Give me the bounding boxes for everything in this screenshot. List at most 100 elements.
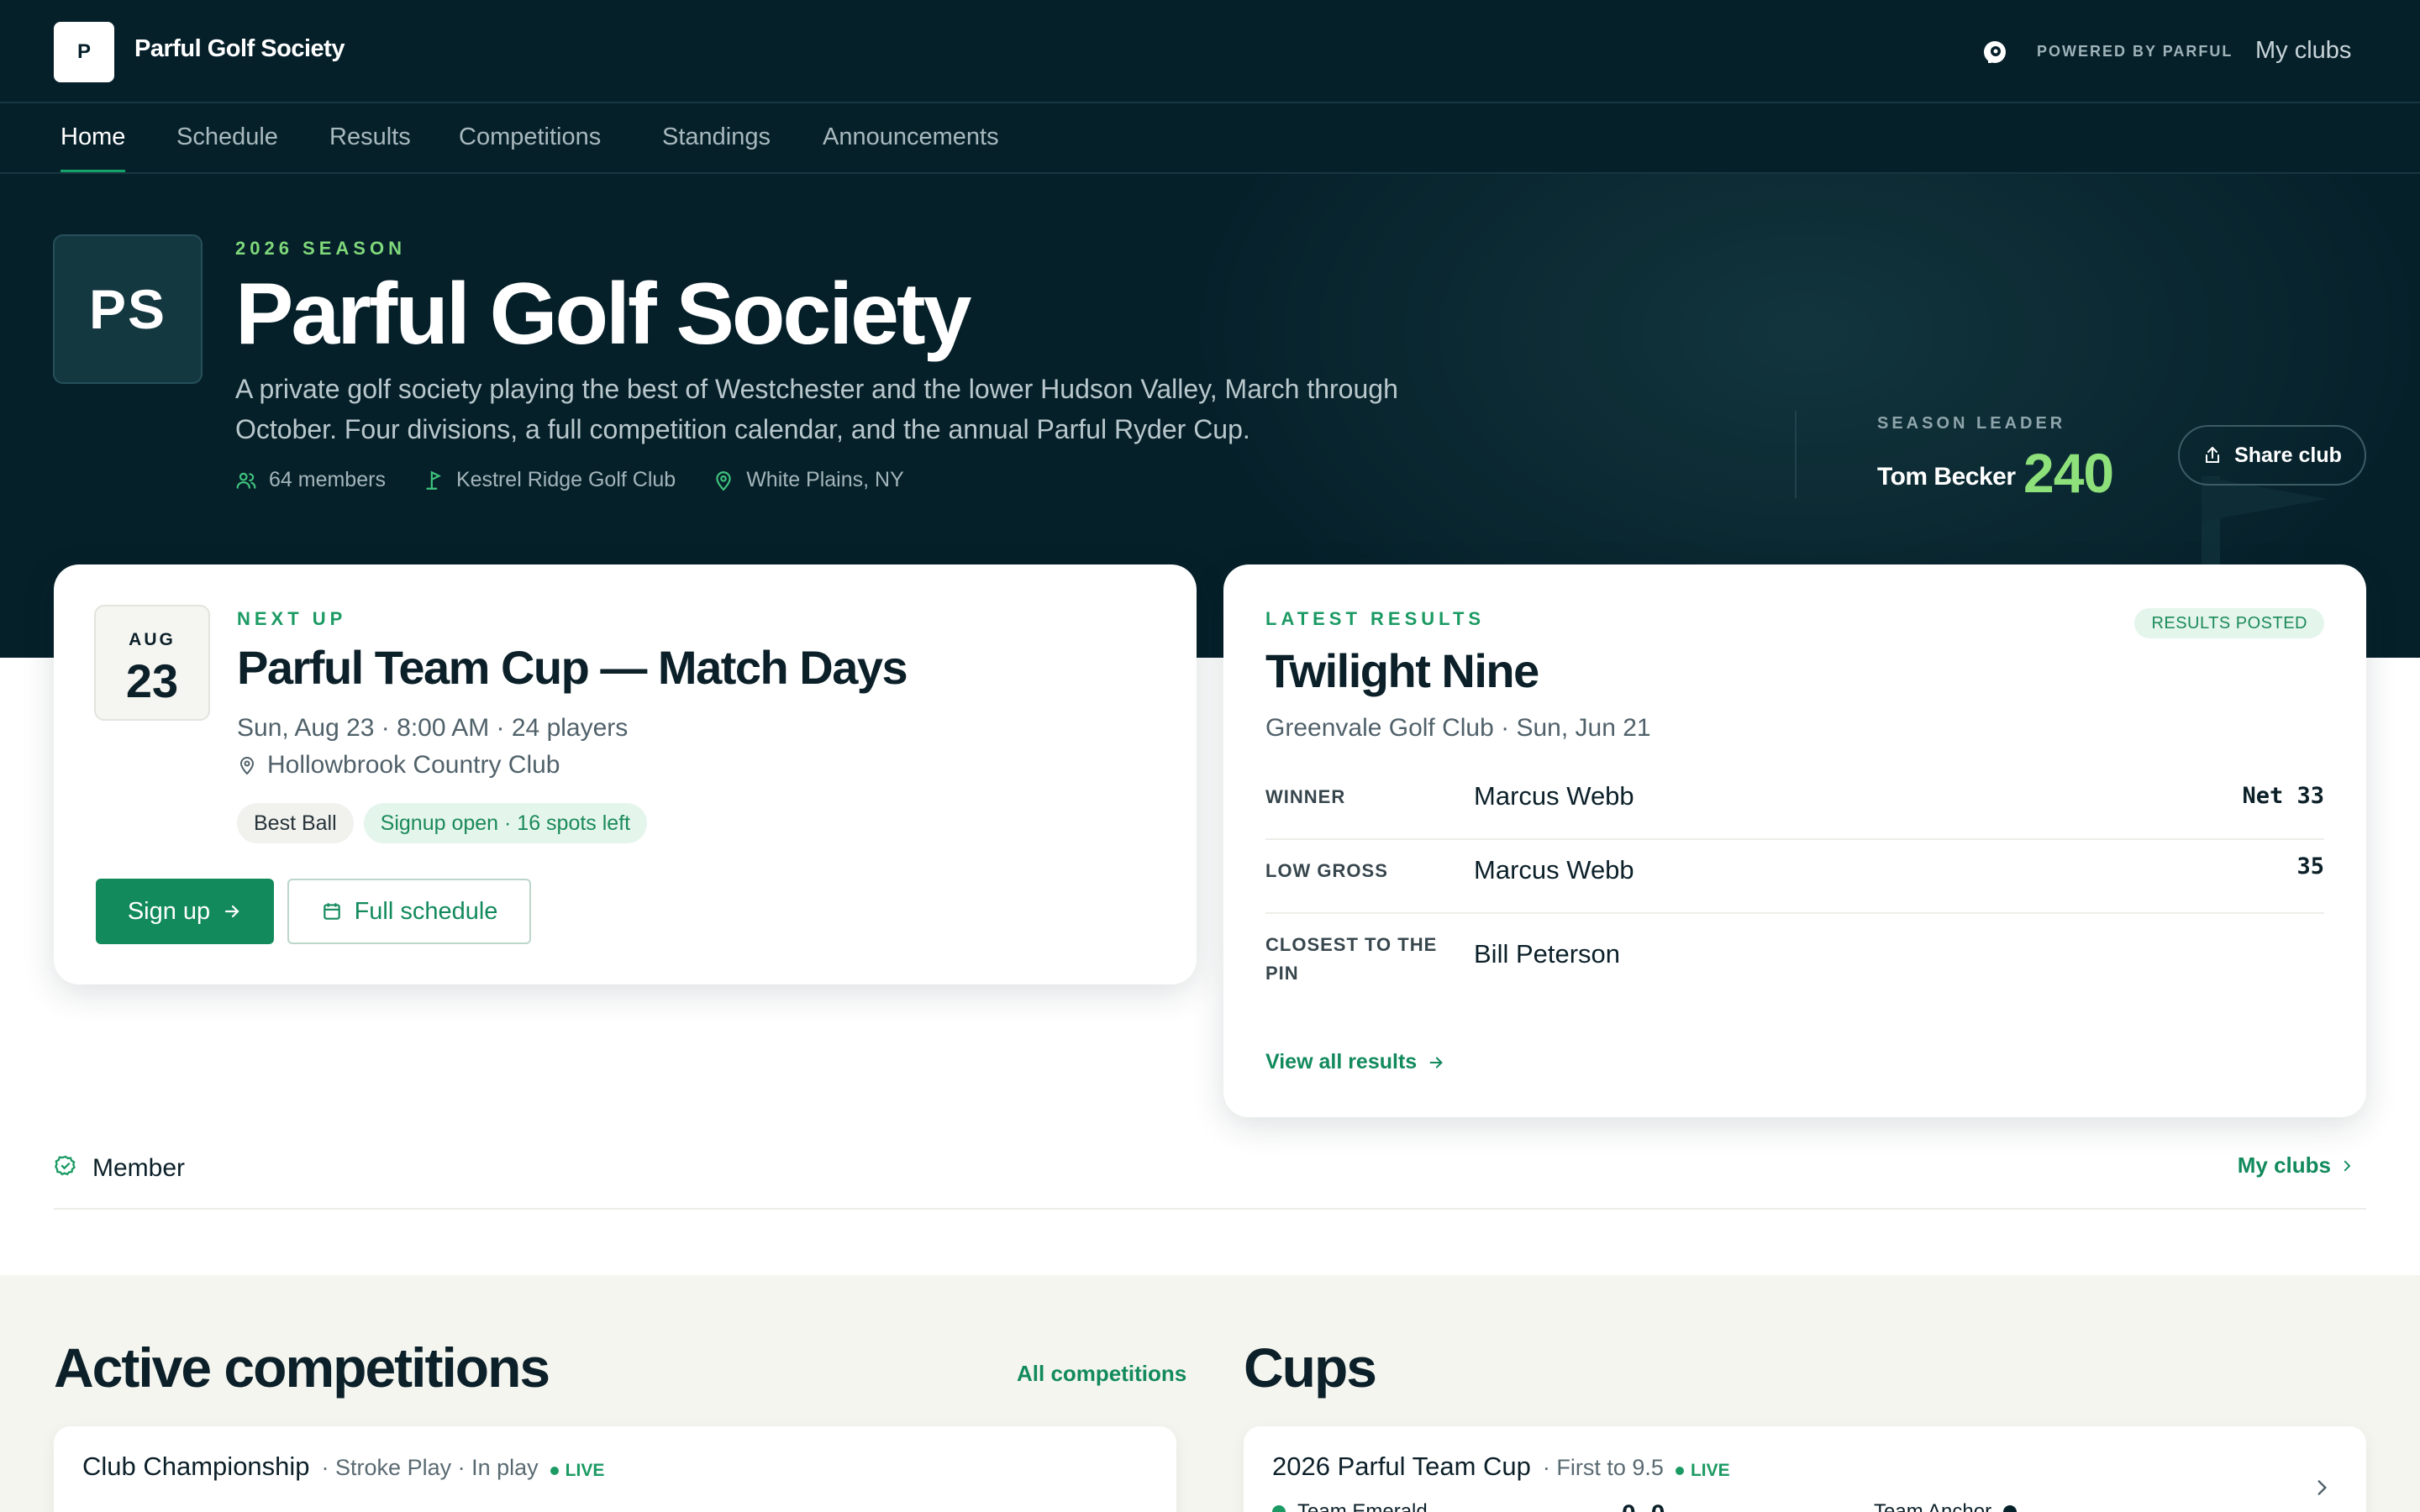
- members-count-label: 64 members: [269, 468, 386, 491]
- membership-status-label: Member: [92, 1154, 186, 1182]
- members-icon: [236, 472, 256, 489]
- golf-flag-icon: [426, 470, 441, 490]
- season-label: 2026 SEASON: [235, 238, 406, 259]
- next-up-label: NEXT UP: [237, 608, 347, 629]
- event-day: 23: [125, 654, 179, 707]
- nav-results[interactable]: Results: [329, 123, 411, 170]
- page-title: Parful Golf Society: [235, 265, 971, 363]
- latest-results-label: LATEST RESULTS: [1265, 608, 1486, 629]
- event-tags: Best Ball Signup open · 16 spots left: [237, 803, 657, 843]
- cups-heading: Cups: [1244, 1336, 1377, 1399]
- club-meta: 64 members Kestrel Ridge Golf Club White…: [235, 468, 941, 492]
- location: White Plains, NY: [713, 468, 904, 492]
- calendar-icon: [323, 903, 340, 920]
- competition-name: Club Championship: [82, 1452, 310, 1481]
- result-key: CLOSEST TO THE PIN: [1265, 934, 1438, 984]
- active-competitions-heading: Active competitions: [54, 1336, 550, 1399]
- powered-by-label: POWERED BY PARFUL: [2037, 43, 2233, 60]
- team-a-score: 0: [1622, 1500, 1636, 1512]
- nav-announcements[interactable]: Announcements: [823, 123, 999, 170]
- view-all-results-link[interactable]: View all results: [1265, 1050, 1445, 1074]
- arrow-right-icon: [225, 905, 239, 918]
- format-tag: Best Ball: [237, 803, 354, 843]
- next-event-details: Sun, Aug 23 · 8:00 AM · 24 players: [237, 714, 629, 742]
- result-score: 35: [2296, 853, 2324, 879]
- all-competitions-link[interactable]: All competitions: [1017, 1361, 1186, 1387]
- main-nav: Home Schedule Results Competitions Stand…: [0, 103, 2420, 174]
- result-key: LOW GROSS: [1265, 860, 1388, 881]
- chevron-right-icon[interactable]: [2311, 1477, 2333, 1499]
- full-schedule-button[interactable]: Full schedule: [287, 879, 531, 944]
- results-event-title[interactable]: Twilight Nine: [1265, 643, 1539, 698]
- top-bar: P Parful Golf Society POWERED BY PARFUL …: [0, 0, 2420, 103]
- result-score: Net 33: [2242, 783, 2324, 809]
- nav-competitions[interactable]: Competitions: [459, 123, 601, 170]
- team-a-name: Team Emerald: [1297, 1500, 1428, 1512]
- signup-status-tag: Signup open · 16 spots left: [363, 803, 648, 843]
- parful-logo-icon: [1984, 41, 2006, 63]
- cup-meta: · First to 9.5: [1542, 1455, 1664, 1480]
- members-count: 64 members: [235, 468, 386, 492]
- share-icon: [2206, 446, 2220, 463]
- nav-home[interactable]: Home: [60, 123, 126, 172]
- competitions-section: Active competitions All competitions Clu…: [0, 1275, 2420, 1512]
- map-pin-icon: [716, 470, 731, 491]
- next-up-card: AUG 23 NEXT UP Parful Team Cup — Match D…: [54, 564, 1197, 984]
- competition-card[interactable]: Club Championship · Stroke Play · In play…: [54, 1426, 1176, 1512]
- competition-name-line: Club Championship · Stroke Play · In play…: [82, 1452, 604, 1482]
- full-schedule-label: Full schedule: [354, 897, 498, 925]
- location-label: White Plains, NY: [746, 468, 904, 491]
- latest-results-card: LATEST RESULTS RESULTS POSTED Twilight N…: [1223, 564, 2366, 1117]
- home-course: Kestrel Ridge Golf Club: [423, 468, 676, 492]
- event-month: AUG: [129, 630, 176, 649]
- my-clubs-link-secondary[interactable]: My clubs: [2238, 1152, 2354, 1179]
- brand-name[interactable]: Parful Golf Society: [134, 35, 345, 63]
- cup-score: 0 0: [1622, 1500, 1665, 1512]
- cup-name: 2026 Parful Team Cup: [1272, 1452, 1531, 1481]
- map-pin-icon: [239, 757, 255, 775]
- share-club-button[interactable]: Share club: [2178, 425, 2366, 486]
- competition-meta: · Stroke Play · In play: [321, 1455, 539, 1480]
- season-leader-score: 240: [2023, 442, 2114, 504]
- next-event-location: Hollowbrook Country Club: [237, 751, 560, 780]
- club-logo[interactable]: P: [54, 22, 114, 82]
- club-initials-badge: PS: [53, 234, 203, 384]
- team-b: Team Anchor: [1874, 1500, 2018, 1512]
- result-row-closest-pin: CLOSEST TO THE PIN Bill Peterson: [1265, 914, 2324, 1006]
- team-b-name: Team Anchor: [1874, 1500, 1992, 1512]
- result-player[interactable]: Marcus Webb: [1474, 855, 1634, 885]
- event-date-badge: AUG 23: [94, 605, 210, 721]
- live-badge: LIVE: [550, 1461, 605, 1481]
- share-club-label: Share club: [2234, 443, 2342, 467]
- sign-up-button[interactable]: Sign up: [96, 879, 274, 944]
- membership-status-row: Member My clubs: [54, 1142, 2366, 1210]
- result-player[interactable]: Marcus Webb: [1474, 781, 1634, 811]
- result-row-low-gross: LOW GROSS Marcus Webb 35: [1265, 840, 2324, 914]
- live-badge: LIVE: [1676, 1461, 1730, 1481]
- results-event-subtitle: Greenvale Golf Club · Sun, Jun 21: [1265, 714, 1651, 742]
- view-all-results-label: View all results: [1265, 1050, 1418, 1074]
- sign-up-label: Sign up: [127, 897, 211, 925]
- hero-divider: [1795, 411, 1797, 498]
- season-leader-name[interactable]: Tom Becker: [1877, 463, 2016, 491]
- team-b-color-dot: [2003, 1505, 2018, 1512]
- chevron-right-icon: [2344, 1160, 2351, 1171]
- nav-standings[interactable]: Standings: [662, 123, 771, 170]
- next-event-title[interactable]: Parful Team Cup — Match Days: [237, 640, 908, 695]
- arrow-right-icon: [1429, 1056, 1444, 1068]
- home-course-label: Kestrel Ridge Golf Club: [455, 468, 676, 491]
- result-player[interactable]: Bill Peterson: [1474, 939, 1620, 969]
- club-description: A private golf society playing the best …: [235, 374, 1398, 444]
- results-posted-badge: RESULTS POSTED: [2134, 608, 2324, 638]
- cup-card[interactable]: 2026 Parful Team Cup · First to 9.5 LIVE T…: [1244, 1426, 2366, 1512]
- result-key: WINNER: [1265, 786, 1346, 807]
- team-b-score: 0: [1651, 1500, 1665, 1512]
- next-event-location-label: Hollowbrook Country Club: [267, 751, 560, 779]
- team-a-color-dot: [1272, 1505, 1286, 1512]
- team-a: Team Emerald: [1272, 1500, 1428, 1512]
- verified-badge-icon: [55, 1155, 76, 1176]
- my-clubs-link[interactable]: My clubs: [2255, 37, 2351, 65]
- nav-schedule[interactable]: Schedule: [176, 123, 278, 170]
- my-clubs-label: My clubs: [2237, 1152, 2331, 1178]
- season-leader-label: SEASON LEADER: [1877, 414, 2066, 433]
